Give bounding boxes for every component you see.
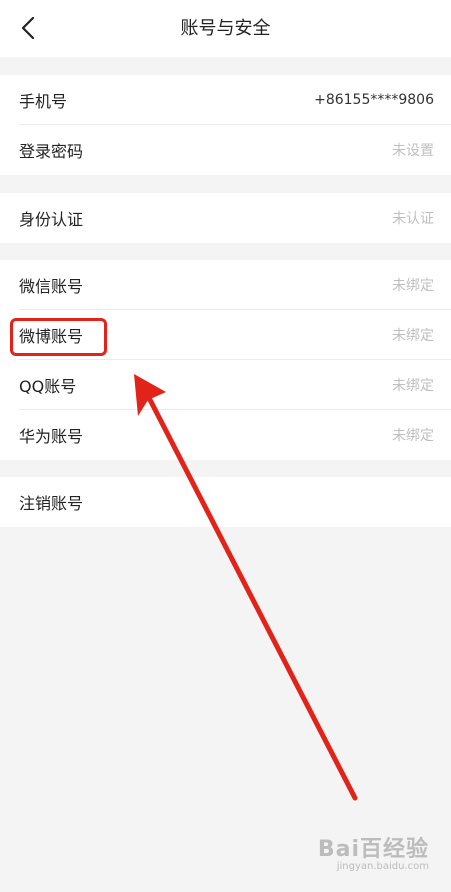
weibo-account-status: 未绑定 [392,327,434,344]
weibo-account-row[interactable]: 微博账号 未绑定 [19,310,451,360]
identity-verification-status: 未认证 [392,211,434,227]
linked-accounts-group: 微信账号 未绑定 微博账号 未绑定 QQ账号 未绑定 华为账号 未绑定 [0,260,451,460]
wechat-account-row[interactable]: 微信账号 未绑定 [19,260,451,310]
identity-verification-row[interactable]: 身份认证 未认证 [19,193,451,243]
huawei-account-row[interactable]: 华为账号 未绑定 [19,410,451,460]
page-title: 账号与安全 [180,18,271,39]
login-password-status: 未设置 [392,143,434,159]
delete-account-label: 注销账号 [19,494,84,513]
delete-account-row[interactable]: 注销账号 [19,477,451,527]
login-password-row[interactable]: 登录密码 未设置 [19,125,451,175]
watermark-text: Bai百经验 [317,837,429,862]
top-bar: 账号与安全 [0,0,451,57]
wechat-account-status: 未绑定 [392,277,434,294]
watermark-subtext: jingyan.baidu.com [336,861,429,872]
huawei-account-label: 华为账号 [19,427,84,446]
identity-group: 身份认证 未认证 [0,193,451,243]
phone-number-row[interactable]: 手机号 +86155****9806 [19,75,451,125]
identity-verification-label: 身份认证 [19,210,84,229]
phone-number-label: 手机号 [19,91,68,111]
phone-password-group: 手机号 +86155****9806 登录密码 未设置 [0,75,451,175]
delete-account-group: 注销账号 [0,477,451,527]
watermark: Bai百经验 jingyan.baidu.com [318,831,429,872]
weibo-account-label: 微博账号 [19,326,84,346]
huawei-account-status: 未绑定 [392,428,434,444]
qq-account-label: QQ账号 [19,376,77,396]
login-password-label: 登录密码 [19,142,84,161]
qq-account-status: 未绑定 [392,377,434,394]
qq-account-row[interactable]: QQ账号 未绑定 [19,360,451,410]
phone-number-value: +86155****9806 [314,91,434,108]
wechat-account-label: 微信账号 [19,276,84,296]
